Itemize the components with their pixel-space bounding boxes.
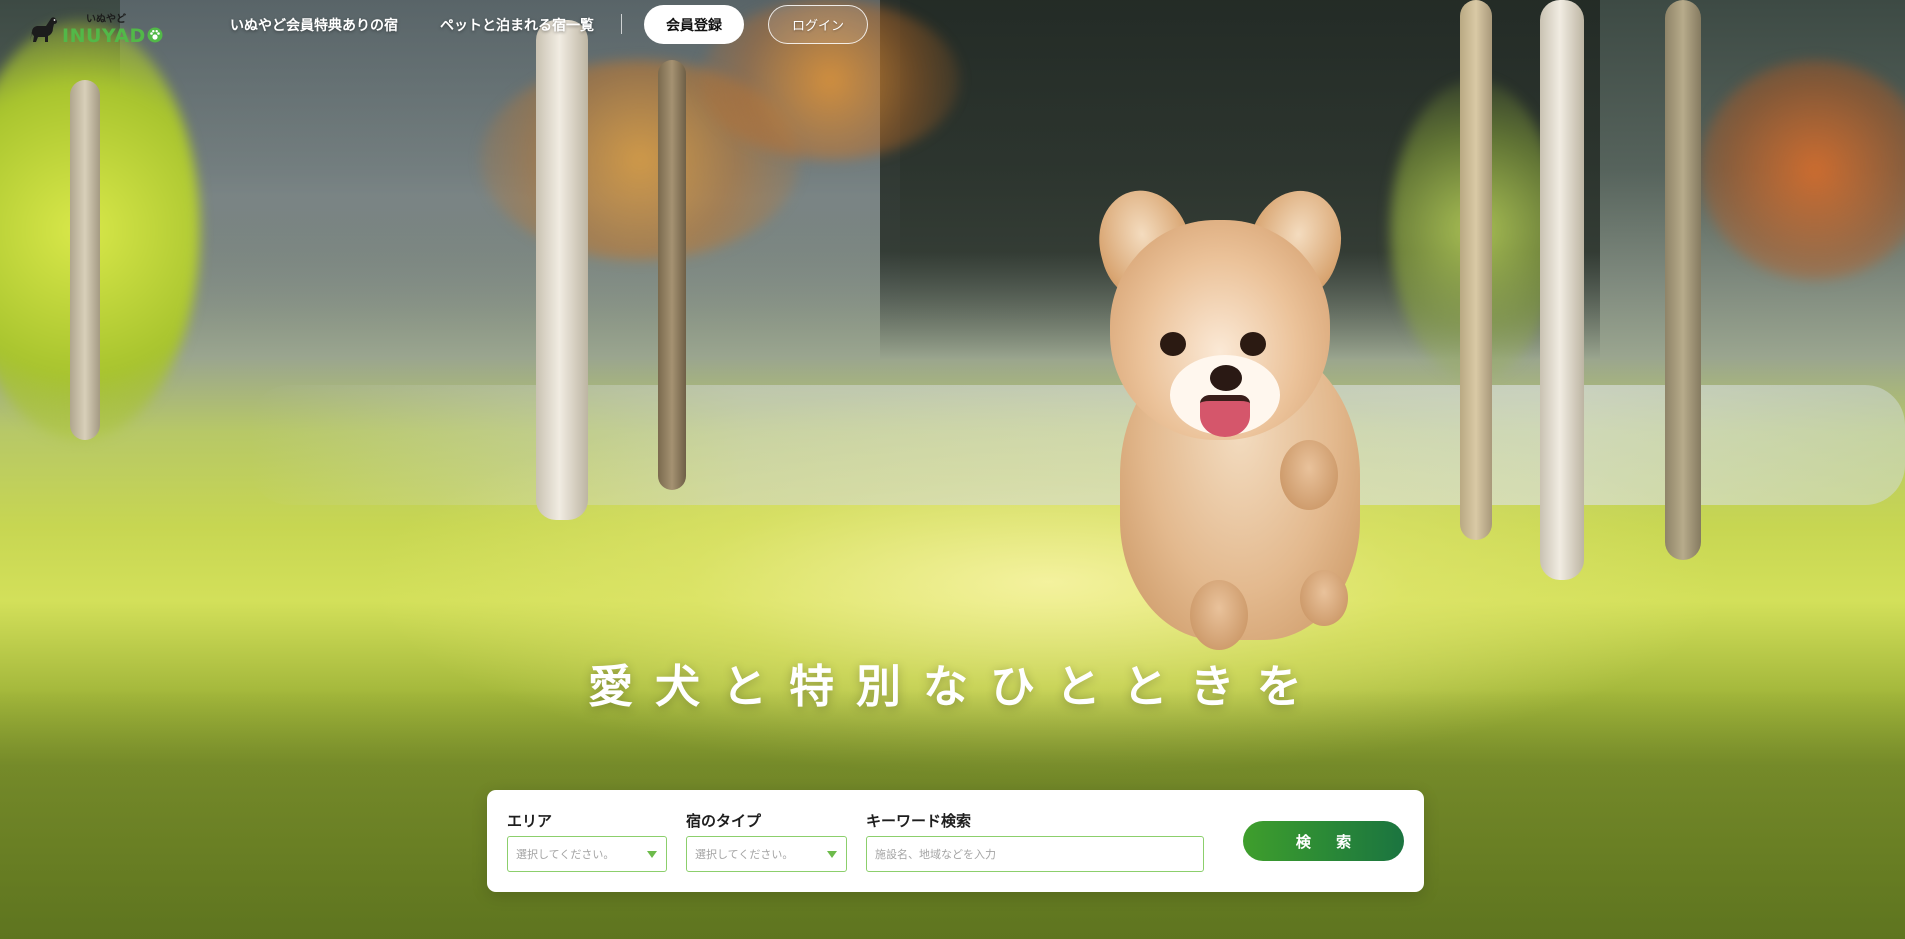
dog-paw xyxy=(1280,440,1338,510)
logo-kana: いぬやど xyxy=(86,14,126,25)
tree-trunk xyxy=(70,80,100,440)
nav-member-benefit-inns[interactable]: いぬやど会員特典ありの宿 xyxy=(230,15,398,35)
foliage-right xyxy=(1700,60,1905,280)
dog-mouth xyxy=(1200,395,1250,437)
dog-eye xyxy=(1240,332,1266,356)
site-header: いぬやど INUYAD いぬやど会員特典ありの宿 ペットと泊まれる宿一覧 会員登… xyxy=(0,0,1905,50)
jumping-dog-image xyxy=(1087,178,1390,650)
paw-icon xyxy=(147,27,163,46)
tree-trunk xyxy=(1460,0,1492,540)
site-logo[interactable]: いぬやど INUYAD xyxy=(26,6,176,46)
nav-divider xyxy=(621,14,622,34)
dog-nose xyxy=(1210,365,1242,391)
type-label: 宿のタイプ xyxy=(686,812,762,830)
keyword-input[interactable] xyxy=(866,836,1204,872)
tree-trunk xyxy=(1540,0,1584,580)
dog-eye xyxy=(1160,332,1186,356)
dog-paw xyxy=(1190,580,1248,650)
login-button[interactable]: ログイン xyxy=(768,5,868,44)
hero-section: いぬやど INUYAD いぬやど会員特典ありの宿 ペットと泊まれる宿一覧 会員登… xyxy=(0,0,1905,939)
chevron-down-icon xyxy=(647,851,657,858)
search-form: エリア 選択してください。 宿のタイプ 選択してください。 キーワード検索 検 … xyxy=(487,790,1424,892)
inn-type-select-value: 選択してください。 xyxy=(695,848,794,861)
dog-paw xyxy=(1300,570,1348,626)
logo-word: INUYAD xyxy=(62,25,146,47)
tree-trunk xyxy=(536,20,588,520)
area-select-value: 選択してください。 xyxy=(516,848,615,861)
keyword-label: キーワード検索 xyxy=(866,812,972,830)
tree-trunk xyxy=(1665,0,1701,560)
background-path xyxy=(250,385,1905,505)
search-button[interactable]: 検 索 xyxy=(1243,821,1404,861)
dog-silhouette-icon xyxy=(30,17,57,42)
tree-trunk xyxy=(658,60,686,490)
chevron-down-icon xyxy=(827,851,837,858)
logo-text: いぬやど INUYAD xyxy=(62,15,163,46)
register-button[interactable]: 会員登録 xyxy=(644,5,744,44)
nav-pet-friendly-inns[interactable]: ペットと泊まれる宿一覧 xyxy=(440,15,594,35)
area-label: エリア xyxy=(507,812,553,830)
logo-word-row: INUYAD xyxy=(62,27,163,46)
area-select[interactable]: 選択してください。 xyxy=(507,836,667,872)
inn-type-select[interactable]: 選択してください。 xyxy=(686,836,847,872)
hero-catchphrase: 愛犬と特別なひとときを xyxy=(588,660,1324,713)
